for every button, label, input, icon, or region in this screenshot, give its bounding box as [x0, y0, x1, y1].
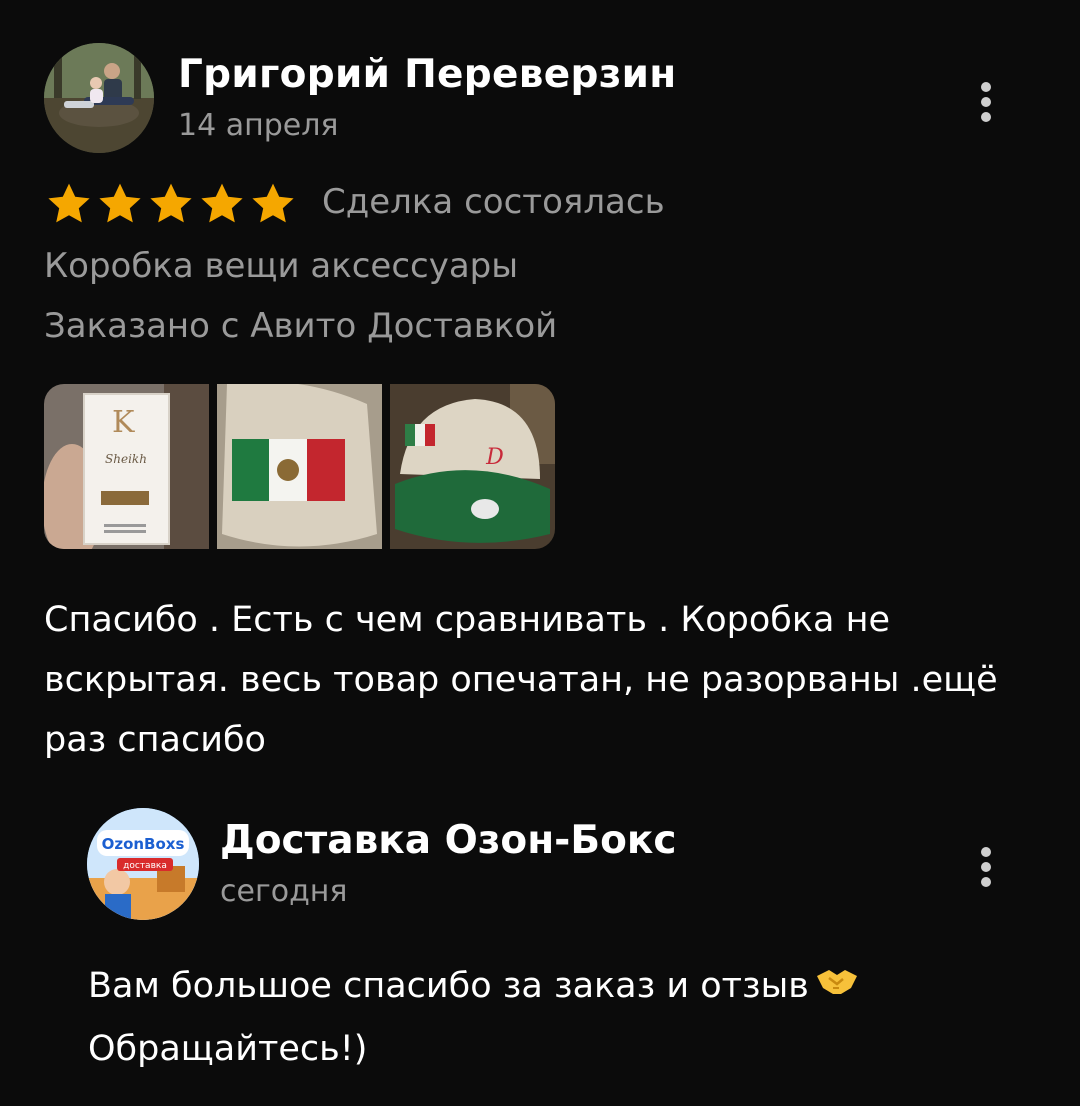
star-icon — [48, 183, 90, 223]
svg-text:OzonBoxs: OzonBoxs — [102, 835, 185, 853]
reviewer-name[interactable]: Григорий Переверзин — [178, 52, 677, 97]
star-icon — [201, 183, 243, 223]
delivery-method: Заказано с Авито Доставкой — [44, 306, 558, 346]
review-more-options-icon[interactable] — [971, 78, 1001, 126]
svg-text:D: D — [485, 445, 504, 470]
star-icon — [99, 183, 141, 223]
star-icon — [252, 183, 294, 223]
star-icon — [150, 183, 192, 223]
svg-text:доставка: доставка — [123, 861, 167, 871]
handshake-icon — [815, 956, 859, 1018]
svg-text:K: K — [112, 405, 135, 440]
svg-text:Sheikh: Sheikh — [105, 452, 147, 466]
review-date: 14 апреля — [178, 108, 339, 143]
mexico-flag-patch-photo — [217, 384, 382, 549]
ozon-box-logo-icon: OzonBoxs доставка — [87, 808, 199, 920]
reply-more-options-icon[interactable] — [971, 843, 1001, 891]
cap-photo: D — [390, 384, 555, 549]
reply-text-line2: Обращайтесь!) — [88, 1029, 368, 1069]
reviewer-photo-icon — [44, 43, 154, 153]
reply-text-line1: Вам большое спасибо за заказ и отзыв — [88, 966, 809, 1006]
review-photo-1[interactable]: K Sheikh — [44, 384, 209, 549]
seller-name[interactable]: Доставка Озон-Бокс — [220, 818, 676, 863]
seller-avatar[interactable]: OzonBoxs доставка — [87, 808, 199, 920]
rating-stars — [44, 180, 298, 228]
review-card: Григорий Переверзин 14 апреля Сделка сос… — [0, 0, 1080, 1106]
seller-reply: Вам большое спасибо за заказ и отзыв Обр… — [88, 955, 988, 1080]
reviewer-avatar[interactable] — [44, 43, 154, 153]
deal-status: Сделка состоялась — [322, 182, 665, 222]
review-comment: Спасибо . Есть с чем сравнивать . Коробк… — [44, 600, 998, 760]
perfume-box-photo: K Sheikh — [44, 384, 209, 549]
item-name: Коробка вещи аксессуары — [44, 246, 519, 286]
review-photo-3[interactable]: D — [390, 384, 555, 549]
review-photo-2[interactable] — [217, 384, 382, 549]
reply-date: сегодня — [220, 874, 348, 909]
